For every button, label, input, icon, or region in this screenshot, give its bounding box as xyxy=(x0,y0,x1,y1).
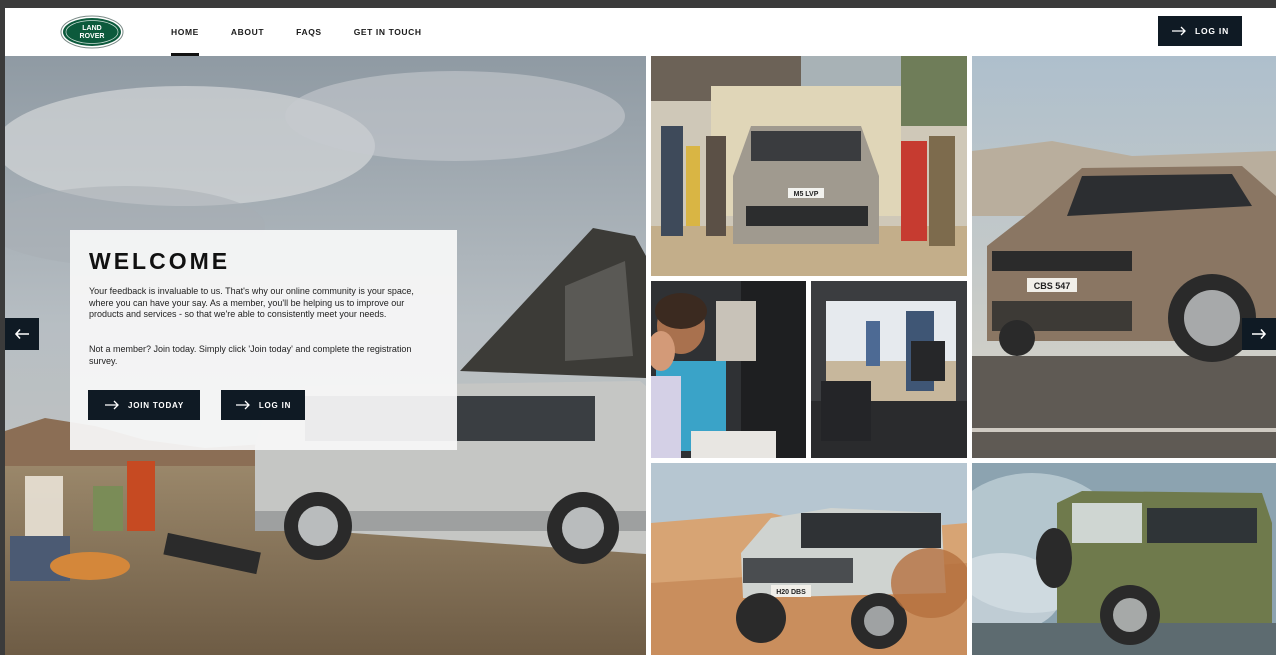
tile-boot-loading xyxy=(811,281,967,458)
range-rover-scene: CBS 547 xyxy=(972,56,1276,458)
tile-range-rover: CBS 547 xyxy=(972,56,1276,458)
welcome-panel: WELCOME Your feedback is invaluable to u… xyxy=(70,230,457,450)
arrow-left-icon xyxy=(14,328,29,340)
tile-defender-water xyxy=(972,463,1276,655)
site-header: LAND ROVER HOME ABOUT FAQS GET IN TOUCH … xyxy=(5,8,1276,56)
join-today-button[interactable]: JOIN TODAY xyxy=(88,390,200,420)
kids-scene xyxy=(651,281,806,458)
welcome-paragraph-2: Not a member? Join today. Simply click '… xyxy=(89,344,412,366)
arrow-right-icon xyxy=(104,400,119,410)
water-scene xyxy=(972,463,1276,655)
hero-image: WELCOME Your feedback is invaluable to u… xyxy=(5,56,646,655)
plate-defender-text: H20 DBS xyxy=(776,589,806,596)
tile-kids-in-car xyxy=(651,281,806,458)
welcome-paragraph-1: Your feedback is invaluable to us. That'… xyxy=(89,286,414,319)
nav-item-faqs[interactable]: FAQS xyxy=(296,8,322,56)
boot-scene xyxy=(811,281,967,458)
tile-discovery-family: M5 LVP xyxy=(651,56,967,276)
welcome-login-label: LOG IN xyxy=(258,400,292,410)
header-login-button[interactable]: LOG IN xyxy=(1158,16,1242,46)
arrow-right-icon xyxy=(1252,328,1267,340)
welcome-title: WELCOME xyxy=(89,248,231,274)
main-nav: HOME ABOUT FAQS GET IN TOUCH xyxy=(171,8,454,56)
nav-item-get-in-touch[interactable]: GET IN TOUCH xyxy=(354,8,422,56)
page: LAND ROVER HOME ABOUT FAQS GET IN TOUCH … xyxy=(5,8,1276,655)
carousel-prev-button[interactable] xyxy=(5,318,39,350)
nav-item-about[interactable]: ABOUT xyxy=(231,8,264,56)
svg-text:ROVER: ROVER xyxy=(80,33,105,40)
arrow-right-icon xyxy=(235,400,250,410)
welcome-login-button[interactable]: LOG IN xyxy=(221,390,305,420)
nav-item-home[interactable]: HOME xyxy=(171,8,199,56)
discovery-scene: M5 LVP xyxy=(651,56,967,276)
land-rover-logo[interactable]: LAND ROVER xyxy=(60,15,124,49)
carousel-next-button[interactable] xyxy=(1242,318,1276,350)
svg-text:LAND: LAND xyxy=(82,25,101,32)
plate-range-rover-text: CBS 547 xyxy=(1034,281,1071,291)
plate-discovery-text: M5 LVP xyxy=(794,191,819,198)
arrow-right-icon xyxy=(1171,26,1186,36)
desert-scene: H20 DBS xyxy=(651,463,967,655)
tile-defender-desert: H20 DBS xyxy=(651,463,967,655)
join-today-label: JOIN TODAY xyxy=(127,400,184,410)
header-login-label: LOG IN xyxy=(1194,26,1230,36)
